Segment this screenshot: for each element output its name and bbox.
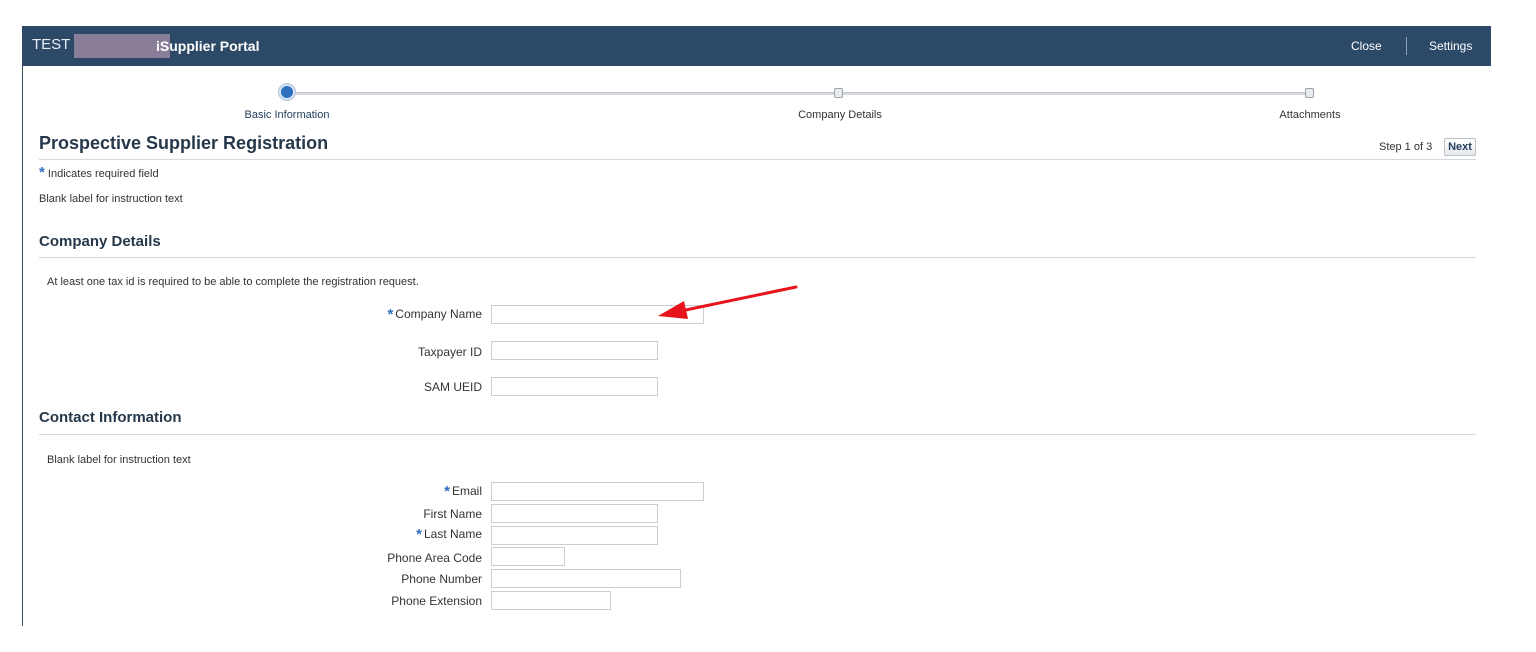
header-divider bbox=[1406, 37, 1407, 55]
sam-ueid-label: SAM UEID bbox=[423, 380, 482, 394]
phone-number-input[interactable] bbox=[491, 569, 681, 588]
taxpayer-id-input[interactable] bbox=[491, 341, 658, 360]
company-name-label: * Company Name bbox=[387, 306, 482, 323]
step-indicator: Step 1 of 3 bbox=[1379, 141, 1433, 153]
train-step-basic-information: Basic Information bbox=[244, 109, 330, 121]
last-name-input[interactable] bbox=[491, 526, 658, 545]
email-label: * Email bbox=[444, 483, 482, 500]
email-label-text: Email bbox=[451, 484, 482, 498]
first-name-input[interactable] bbox=[491, 504, 658, 523]
environment-label: TEST bbox=[32, 36, 71, 53]
app-title: iSupplier Portal bbox=[156, 38, 260, 54]
train-step-attachments[interactable]: Attachments bbox=[1279, 109, 1340, 121]
section-contact-information: Contact Information bbox=[39, 409, 182, 426]
phone-area-code-input[interactable] bbox=[491, 547, 565, 566]
next-button[interactable]: Next bbox=[1444, 138, 1476, 156]
first-name-label: First Name bbox=[423, 507, 482, 521]
train-track bbox=[287, 92, 1310, 95]
phone-number-label: Phone Number bbox=[401, 572, 482, 586]
contact-instruction: Blank label for instruction text bbox=[47, 454, 191, 466]
taxpayer-id-label: Taxpayer ID bbox=[417, 345, 482, 359]
red-arrow-icon bbox=[658, 285, 798, 319]
sam-ueid-input[interactable] bbox=[491, 377, 658, 396]
phone-area-code-label: Phone Area Code bbox=[387, 551, 482, 565]
page-frame bbox=[22, 26, 1491, 626]
section-company-details: Company Details bbox=[39, 233, 161, 250]
train-step-company-details[interactable]: Company Details bbox=[798, 109, 882, 121]
company-details-instruction: At least one tax id is required to be ab… bbox=[47, 276, 419, 288]
app-header: TEST iSupplier Portal Close Settings bbox=[22, 26, 1491, 66]
asterisk-icon: * bbox=[416, 526, 422, 543]
section-divider bbox=[39, 434, 1476, 435]
asterisk-icon: * bbox=[387, 306, 394, 323]
section-divider bbox=[39, 257, 1476, 258]
train-step-company-details-icon[interactable] bbox=[834, 88, 843, 98]
company-name-label-text: Company Name bbox=[395, 307, 482, 321]
next-button-label: Next bbox=[1448, 141, 1472, 153]
asterisk-icon: * bbox=[444, 483, 450, 500]
email-input[interactable] bbox=[491, 482, 704, 501]
settings-link[interactable]: Settings bbox=[1429, 39, 1472, 53]
asterisk-icon: * bbox=[39, 164, 45, 181]
train-step-current-icon bbox=[279, 84, 295, 100]
phone-extension-label: Phone Extension bbox=[391, 594, 482, 608]
last-name-label: * Last Name bbox=[416, 526, 482, 543]
title-divider bbox=[39, 159, 1476, 160]
close-link[interactable]: Close bbox=[1351, 39, 1382, 53]
instruction-text: Blank label for instruction text bbox=[39, 193, 183, 205]
last-name-label-text: Last Name bbox=[423, 527, 482, 541]
page-title: Prospective Supplier Registration bbox=[39, 133, 329, 153]
train-step-attachments-icon[interactable] bbox=[1305, 88, 1314, 98]
required-note-text: Indicates required field bbox=[47, 168, 159, 180]
required-note: * Indicates required field bbox=[39, 164, 159, 181]
phone-extension-input[interactable] bbox=[491, 591, 611, 610]
